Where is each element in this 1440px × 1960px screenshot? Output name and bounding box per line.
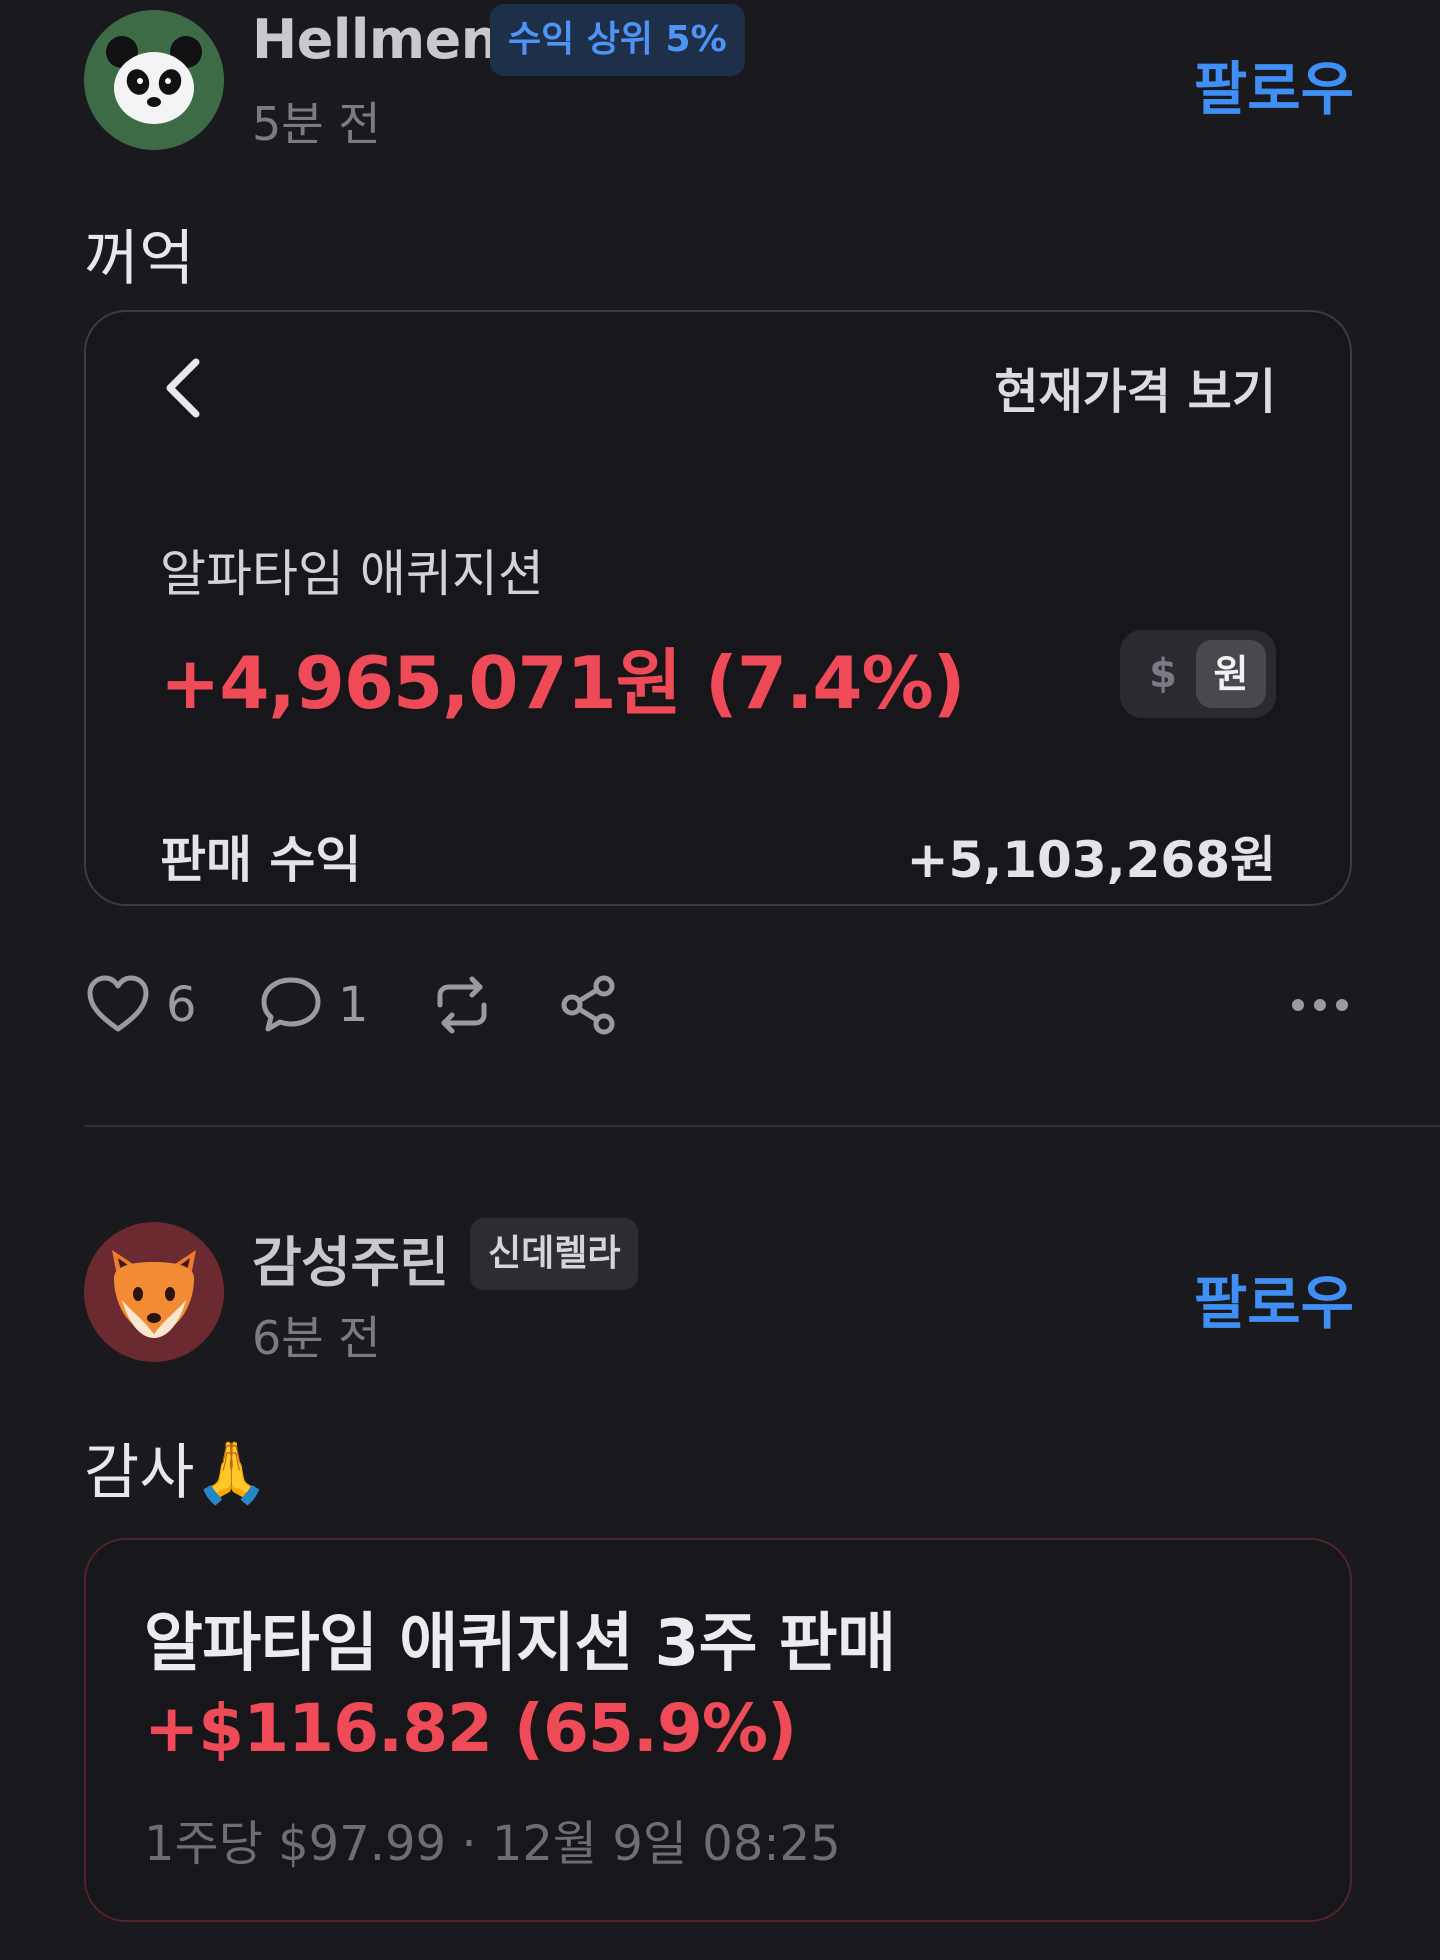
trade-profit: +$116.82 (65.9%) [144, 1690, 797, 1767]
comment-count: 1 [338, 977, 369, 1033]
currency-usd-option[interactable]: $ [1138, 644, 1188, 704]
more-dots-icon [1292, 999, 1348, 1011]
post-time: 6분 전 [252, 1311, 381, 1365]
post-text: 감사🙏 [84, 1438, 270, 1508]
profit-amount: +4,965,071원 (7.4%) [160, 641, 966, 725]
follow-button[interactable]: 팔로우 [1194, 1256, 1354, 1340]
like-count: 6 [166, 977, 197, 1033]
post-time: 5분 전 [252, 97, 381, 151]
currency-toggle[interactable]: $ 원 [1120, 630, 1276, 718]
chevron-left-icon [166, 358, 200, 418]
trade-title: 알파타임 애퀴지션 3주 판매 [144, 1607, 896, 1681]
username[interactable]: Hellmen [252, 8, 499, 71]
username[interactable]: 감성주린 [252, 1218, 449, 1297]
share-button[interactable] [556, 965, 622, 1045]
like-button[interactable]: 6 [84, 965, 197, 1045]
trade-card[interactable]: 알파타임 애퀴지션 3주 판매 +$116.82 (65.9%) 1주당 $97… [84, 1538, 1352, 1922]
repost-button[interactable] [426, 965, 498, 1045]
share-icon [561, 975, 615, 1035]
back-button[interactable] [146, 348, 226, 428]
avatar-fox[interactable] [84, 1222, 224, 1362]
post-divider [84, 1125, 1440, 1127]
avatar-panda[interactable] [84, 10, 224, 150]
rank-badge: 신데렐라 [470, 1218, 639, 1290]
follow-button[interactable]: 팔로우 [1194, 42, 1354, 126]
more-button[interactable] [1290, 965, 1350, 1045]
heart-icon [87, 975, 149, 1032]
panda-icon [84, 10, 224, 150]
sale-profit-label: 판매 수익 [160, 831, 362, 889]
current-price-button[interactable]: 현재가격 보기 [994, 352, 1276, 422]
post-text: 꺼억 [84, 224, 195, 294]
currency-krw-option[interactable]: 원 [1196, 640, 1266, 708]
comment-button[interactable]: 1 [258, 965, 369, 1045]
sale-profit-value: +5,103,268원 [906, 831, 1276, 889]
repost-icon [437, 976, 487, 1034]
comment-icon [261, 977, 321, 1032]
profit-card[interactable]: 현재가격 보기 알파타임 애퀴지션 +4,965,071원 (7.4%) $ 원… [84, 310, 1352, 906]
rank-badge: 수익 상위 5% [490, 4, 745, 76]
fox-icon [84, 1222, 224, 1362]
stock-name: 알파타임 애퀴지션 [160, 545, 544, 603]
trade-meta: 1주당 $97.99 · 12월 9일 08:25 [144, 1816, 841, 1872]
